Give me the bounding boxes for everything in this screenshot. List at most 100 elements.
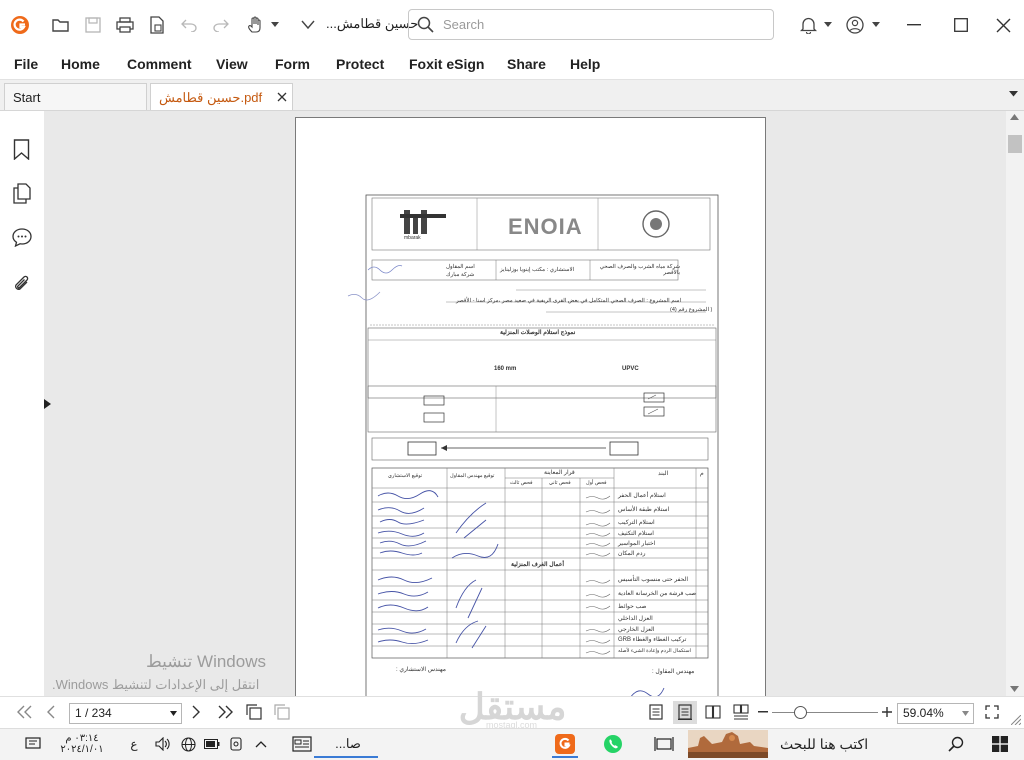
tab-list-dropdown-icon[interactable] bbox=[1009, 91, 1018, 97]
create-pdf-icon[interactable] bbox=[145, 13, 169, 37]
next-page-icon[interactable] bbox=[192, 705, 201, 719]
taskbar-app-window-icon[interactable] bbox=[290, 733, 314, 755]
first-page-icon[interactable] bbox=[16, 705, 32, 719]
zoom-slider-track[interactable] bbox=[772, 712, 878, 713]
menu-home[interactable]: Home bbox=[61, 56, 100, 72]
scan-item-b6: تركيب الغطاء والغطاء GRB bbox=[618, 637, 687, 643]
taskbar-foxit-icon[interactable] bbox=[552, 733, 578, 755]
document-viewport[interactable]: ENOIA mbarak شركة مياه الشرب والصرف الصح… bbox=[54, 111, 1006, 696]
maximize-icon[interactable] bbox=[949, 13, 973, 37]
scan-pipe-diameter: 160 mm bbox=[494, 366, 517, 372]
resize-grip-icon[interactable] bbox=[1011, 715, 1021, 725]
page-number-field[interactable]: 1 / 234 bbox=[69, 703, 182, 724]
menu-comment[interactable]: Comment bbox=[127, 56, 192, 72]
scan-th-third: فحص ثالث bbox=[510, 480, 533, 486]
volume-icon[interactable] bbox=[154, 733, 172, 755]
menu-foxit-esign[interactable]: Foxit eSign bbox=[409, 56, 484, 72]
scroll-thumb[interactable] bbox=[1008, 135, 1022, 153]
chevron-down-icon[interactable] bbox=[864, 13, 888, 37]
foxit-active-indicator bbox=[552, 756, 578, 758]
notification-center-icon[interactable] bbox=[22, 733, 44, 755]
tab-start-label: Start bbox=[13, 90, 41, 105]
scan-consultant: الاستشاري : مكتب إينويا بوزلينايز bbox=[500, 267, 575, 273]
bookmark-icon[interactable] bbox=[13, 139, 30, 160]
vertical-scrollbar[interactable] bbox=[1006, 111, 1024, 696]
scan-project-no: ( المشروع رقم (4) bbox=[670, 307, 713, 313]
search-input[interactable] bbox=[441, 16, 765, 33]
taskbar-whatsapp-icon[interactable] bbox=[600, 733, 626, 755]
show-hidden-icons-icon[interactable] bbox=[252, 733, 270, 755]
zoom-out-icon[interactable] bbox=[758, 711, 768, 713]
redo-icon[interactable] bbox=[209, 13, 233, 37]
menu-file[interactable]: File bbox=[14, 56, 38, 72]
print-icon[interactable] bbox=[113, 13, 137, 37]
network-globe-icon[interactable] bbox=[179, 733, 197, 755]
chevron-down-icon[interactable] bbox=[263, 13, 287, 37]
chevron-down-icon[interactable] bbox=[962, 711, 969, 716]
full-screen-icon[interactable] bbox=[985, 705, 999, 719]
zoom-in-icon[interactable] bbox=[882, 707, 892, 717]
menu-help[interactable]: Help bbox=[570, 56, 600, 72]
continuous-facing-view-icon[interactable] bbox=[733, 704, 749, 720]
menu-protect[interactable]: Protect bbox=[336, 56, 384, 72]
taskbar-search-icon[interactable] bbox=[946, 733, 966, 755]
continuous-view-button[interactable] bbox=[673, 701, 697, 724]
last-page-icon[interactable] bbox=[218, 705, 234, 719]
save-icon[interactable] bbox=[81, 13, 105, 37]
scan-form-title: نموذج استلام الوصلات المنزلية bbox=[500, 330, 576, 336]
menu-share[interactable]: Share bbox=[507, 56, 546, 72]
previous-page-icon[interactable] bbox=[46, 705, 55, 719]
chevron-down-icon[interactable] bbox=[170, 711, 177, 716]
scan-item-b5: العزل الخارجي bbox=[618, 627, 655, 633]
scan-item-b1: الحفر حتى منسوب التأسيس bbox=[618, 577, 688, 583]
scan-pipe-type: UPVC bbox=[622, 366, 639, 372]
scan-footer-contractor: مهندس المقاول : bbox=[652, 669, 695, 675]
comments-icon[interactable] bbox=[12, 228, 32, 247]
previous-view-icon[interactable] bbox=[245, 703, 263, 721]
facing-view-icon[interactable] bbox=[705, 704, 721, 720]
search-icon bbox=[417, 16, 434, 33]
tab-document[interactable]: حسين قطامش.pdf bbox=[150, 83, 293, 110]
scroll-down-arrow-icon[interactable] bbox=[1010, 686, 1019, 692]
foxit-logo-icon[interactable] bbox=[8, 13, 32, 37]
quick-access-dropdown-icon[interactable] bbox=[296, 13, 320, 37]
device-icon[interactable] bbox=[227, 733, 245, 755]
taskbar-app-label[interactable]: صا... bbox=[318, 733, 378, 755]
scan-section-b: أعمال الغرف المنزلية bbox=[511, 562, 565, 568]
minimize-icon[interactable] bbox=[902, 13, 926, 37]
attachment-icon[interactable] bbox=[13, 274, 31, 295]
scan-item-a2: استلام طبقة الأساس bbox=[618, 507, 670, 513]
menu-form[interactable]: Form bbox=[275, 56, 310, 72]
scan-company: شركة مياه الشرب والصرف الصحي بالأقصر bbox=[599, 264, 680, 276]
single-page-view-icon[interactable] bbox=[648, 704, 664, 720]
taskbar-search-box[interactable]: اكتب هنا للبحث bbox=[780, 733, 940, 755]
tab-start[interactable]: Start bbox=[4, 83, 147, 110]
menu-view[interactable]: View bbox=[216, 56, 248, 72]
scan-item-a4: استلام التكثيف bbox=[618, 531, 654, 537]
activation-watermark-text: انتقل إلى الإعدادات لتنشيط Windows. bbox=[52, 677, 260, 692]
search-highlight-image[interactable] bbox=[688, 730, 768, 758]
activation-watermark-title: تنشيط Windows bbox=[146, 652, 266, 671]
close-tab-icon[interactable] bbox=[277, 92, 287, 102]
scroll-up-arrow-icon[interactable] bbox=[1010, 114, 1019, 120]
task-view-icon[interactable] bbox=[652, 733, 676, 755]
undo-icon[interactable] bbox=[177, 13, 201, 37]
scan-item-a1: استلام أعمال الحفر bbox=[618, 493, 666, 499]
search-box[interactable] bbox=[408, 9, 774, 40]
expand-panel-arrow-icon[interactable] bbox=[44, 399, 51, 409]
zoom-slider-thumb[interactable] bbox=[794, 706, 807, 719]
zoom-level-field[interactable]: 59.04% bbox=[897, 703, 974, 724]
open-folder-icon[interactable] bbox=[49, 13, 73, 37]
menu-bar: File Home Comment View Form Protect Foxi… bbox=[0, 50, 1024, 80]
chevron-down-icon[interactable] bbox=[816, 13, 840, 37]
scan-item-a3: استلام التركيب bbox=[618, 520, 655, 526]
close-icon[interactable] bbox=[991, 13, 1015, 37]
pages-thumbnail-icon[interactable] bbox=[13, 183, 31, 204]
panel-splitter[interactable] bbox=[44, 111, 54, 696]
input-language[interactable]: ع bbox=[127, 733, 141, 755]
scan-th-contractor-sign: توقيع مهندس المقاول bbox=[450, 473, 495, 479]
next-view-icon[interactable] bbox=[273, 703, 291, 721]
clock[interactable]: ٠٣:١٤ م ٢٠٢٤/١/٠١ bbox=[58, 733, 106, 755]
windows-start-icon[interactable] bbox=[989, 733, 1011, 755]
battery-icon[interactable] bbox=[203, 733, 221, 755]
